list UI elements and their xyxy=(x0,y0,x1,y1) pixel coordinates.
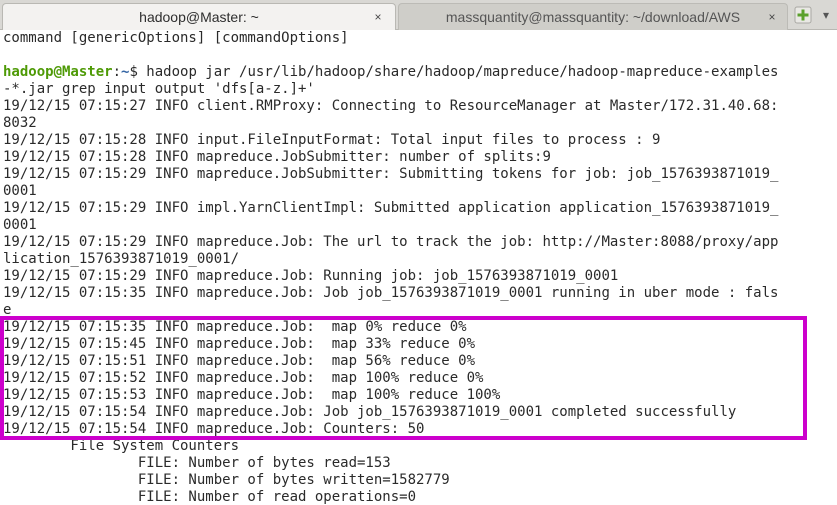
line-text: 19/12/15 07:15:35 INFO mapreduce.Job: ma… xyxy=(3,319,467,335)
terminal-line: 19/12/15 07:15:28 INFO mapreduce.JobSubm… xyxy=(3,149,778,166)
terminal-line: 19/12/15 07:15:27 INFO client.RMProxy: C… xyxy=(3,98,778,115)
terminal-line: 19/12/15 07:15:54 INFO mapreduce.Job: Co… xyxy=(3,421,778,438)
terminal-line: command [genericOptions] [commandOptions… xyxy=(3,30,778,47)
terminal-line: lication_1576393871019_0001/ xyxy=(3,251,778,268)
terminal-line: e xyxy=(3,302,778,319)
terminal-line: 8032 xyxy=(3,115,778,132)
line-text: lication_1576393871019_0001/ xyxy=(3,251,240,267)
close-icon[interactable]: × xyxy=(371,4,385,30)
line-text: 19/12/15 07:15:28 INFO input.FileInputFo… xyxy=(3,132,661,148)
line-text: 19/12/15 07:15:29 INFO mapreduce.Job: Th… xyxy=(3,234,779,250)
terminal-line: 19/12/15 07:15:51 INFO mapreduce.Job: ma… xyxy=(3,353,778,370)
terminal-line: File System Counters xyxy=(3,438,778,455)
line-text: 19/12/15 07:15:53 INFO mapreduce.Job: ma… xyxy=(3,387,501,403)
terminal-line: -*.jar grep input output 'dfs[a-z.]+' xyxy=(3,81,778,98)
terminal-line: hadoop@Master:~$ hadoop jar /usr/lib/had… xyxy=(3,64,778,81)
line-text: 19/12/15 07:15:29 INFO impl.YarnClientIm… xyxy=(3,200,779,216)
terminal-line: 19/12/15 07:15:35 INFO mapreduce.Job: Jo… xyxy=(3,285,778,302)
chevron-down-icon[interactable]: ▾ xyxy=(818,6,834,24)
terminal-line: FILE: Number of bytes written=1582779 xyxy=(3,472,778,489)
line-text: FILE: Number of bytes read=153 xyxy=(3,455,391,471)
tab-title: massquantity@massquantity: ~/download/AW… xyxy=(445,9,741,25)
terminal-line: 19/12/15 07:15:53 INFO mapreduce.Job: ma… xyxy=(3,387,778,404)
terminal-lines: command [genericOptions] [commandOptions… xyxy=(3,30,778,505)
line-text: 19/12/15 07:15:45 INFO mapreduce.Job: ma… xyxy=(3,336,476,352)
terminal-line: 19/12/15 07:15:29 INFO mapreduce.Job: Th… xyxy=(3,234,778,251)
line-text: 19/12/15 07:15:28 INFO mapreduce.JobSubm… xyxy=(3,149,551,165)
line-text: FILE: Number of read operations=0 xyxy=(3,489,417,505)
line-text: -*.jar grep input output 'dfs[a-z.]+' xyxy=(3,81,315,97)
line-text: 0001 xyxy=(3,217,37,233)
line-text: 19/12/15 07:15:27 INFO client.RMProxy: C… xyxy=(3,98,779,114)
line-text: FILE: Number of bytes written=1582779 xyxy=(3,472,450,488)
tab-massquantity[interactable]: massquantity@massquantity: ~/download/AW… xyxy=(398,3,788,30)
terminal-line: 19/12/15 07:15:29 INFO impl.YarnClientIm… xyxy=(3,200,778,217)
terminal-line: 19/12/15 07:15:29 INFO mapreduce.JobSubm… xyxy=(3,166,778,183)
terminal-line: 19/12/15 07:15:52 INFO mapreduce.Job: ma… xyxy=(3,370,778,387)
line-text: command [genericOptions] [commandOptions… xyxy=(3,30,349,46)
tab-bar: hadoop@Master: ~ × massquantity@massquan… xyxy=(0,0,837,30)
prompt-separator: : xyxy=(112,64,122,80)
line-text: File System Counters xyxy=(3,438,240,454)
line-text: 19/12/15 07:15:29 INFO mapreduce.Job: Ru… xyxy=(3,268,619,284)
line-text: 0001 xyxy=(3,183,37,199)
terminal-line: FILE: Number of read operations=0 xyxy=(3,489,778,505)
line-text: 19/12/15 07:15:29 INFO mapreduce.JobSubm… xyxy=(3,166,779,182)
line-text: 19/12/15 07:15:51 INFO mapreduce.Job: ma… xyxy=(3,353,476,369)
terminal-output[interactable]: command [genericOptions] [commandOptions… xyxy=(0,30,837,505)
line-text: 19/12/15 07:15:54 INFO mapreduce.Job: Co… xyxy=(3,421,425,437)
terminal-line: 19/12/15 07:15:28 INFO input.FileInputFo… xyxy=(3,132,778,149)
terminal-line: 19/12/15 07:15:35 INFO mapreduce.Job: ma… xyxy=(3,319,778,336)
terminal-line: 19/12/15 07:15:29 INFO mapreduce.Job: Ru… xyxy=(3,268,778,285)
line-text: $ hadoop jar /usr/lib/hadoop/share/hadoo… xyxy=(129,64,779,80)
prompt-user: hadoop@Master xyxy=(3,64,113,80)
plus-icon[interactable] xyxy=(794,6,812,24)
line-text: 19/12/15 07:15:52 INFO mapreduce.Job: ma… xyxy=(3,370,484,386)
close-icon[interactable]: × xyxy=(765,4,779,30)
tab-title: hadoop@Master: ~ xyxy=(139,9,259,25)
terminal-line: FILE: Number of bytes read=153 xyxy=(3,455,778,472)
terminal-line: 19/12/15 07:15:45 INFO mapreduce.Job: ma… xyxy=(3,336,778,353)
terminal-line: 0001 xyxy=(3,183,778,200)
terminal-line: 19/12/15 07:15:54 INFO mapreduce.Job: Jo… xyxy=(3,404,778,421)
terminal-line: 0001 xyxy=(3,217,778,234)
line-text: 19/12/15 07:15:54 INFO mapreduce.Job: Jo… xyxy=(3,404,737,420)
line-text: e xyxy=(3,302,12,318)
line-text: 19/12/15 07:15:35 INFO mapreduce.Job: Jo… xyxy=(3,285,779,301)
line-text: 8032 xyxy=(3,115,37,131)
tab-hadoop-master[interactable]: hadoop@Master: ~ × xyxy=(2,3,396,30)
